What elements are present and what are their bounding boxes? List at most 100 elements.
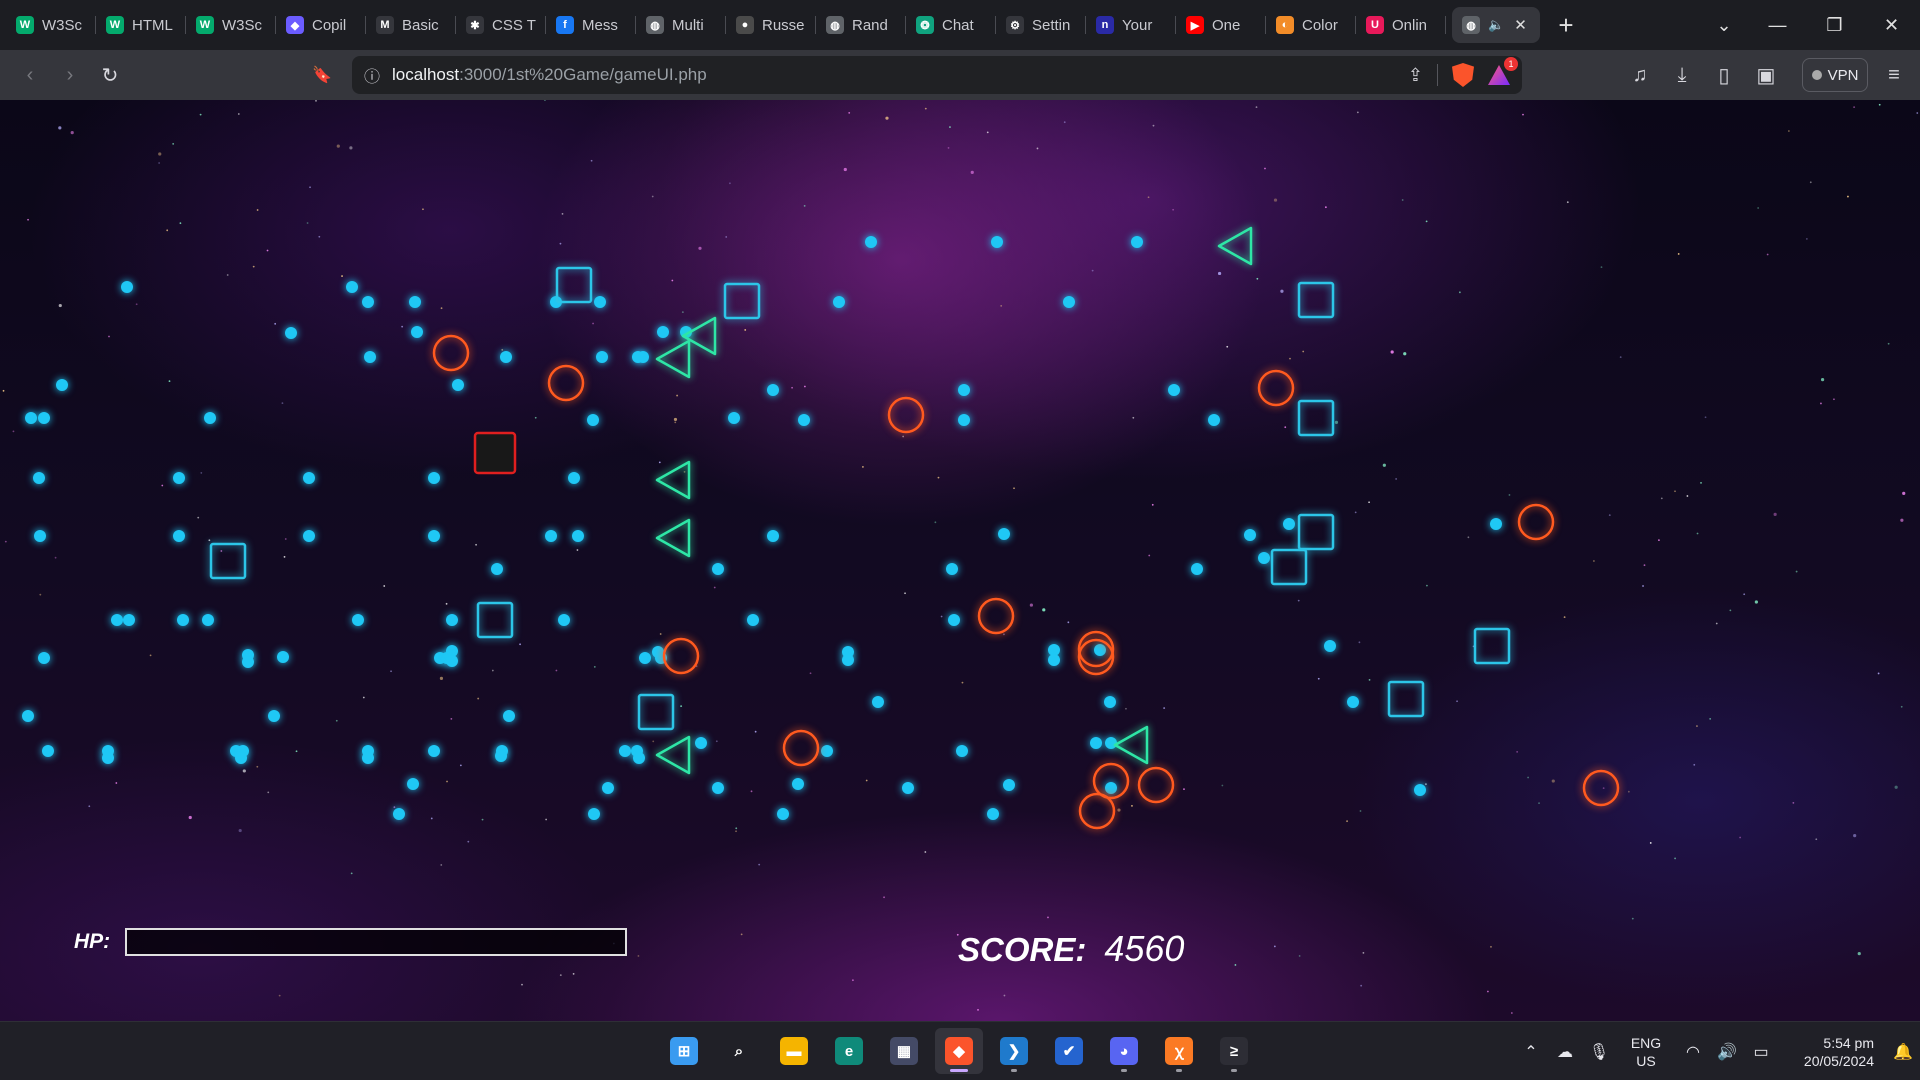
star [1003,633,1005,636]
onedrive-icon[interactable]: ☁ [1548,1042,1582,1062]
site-info-icon[interactable]: ⓘ [364,63,380,87]
clock[interactable]: 5:54 pm 20/05/2024 [1778,1034,1874,1070]
taskbar-app-xampp[interactable]: ꭓ [1155,1028,1203,1074]
browser-tab[interactable]: M Basic [366,7,456,43]
browser-tab[interactable]: W HTML [96,7,186,43]
starfield [2,100,1919,1014]
browser-tab[interactable]: ✱ CSS T [456,7,546,43]
new-tab-button[interactable]: + [1548,7,1584,43]
star [561,212,564,215]
share-icon[interactable]: ⇪ [1408,65,1423,86]
taskbar-app-start[interactable]: ⊞ [660,1028,708,1074]
bullet-dot [767,530,779,542]
bullet-dot [1208,414,1220,426]
browser-tab[interactable]: ◍ Rand [816,7,906,43]
restore-button[interactable]: ❐ [1806,0,1863,50]
back-button[interactable]: ‹ [10,55,50,95]
star [1522,113,1524,116]
browser-tab[interactable]: f Mess [546,7,636,43]
microphone-icon[interactable]: 🎙 [1582,1042,1616,1062]
star [1593,560,1595,562]
browser-tab[interactable]: W W3Sc [6,7,96,43]
game-canvas[interactable]: HP: SCORE: 4560 [0,100,1920,1021]
tab-audio-icon[interactable]: 🔈 [1488,17,1504,33]
taskbar-app-todo[interactable]: ✔ [1045,1028,1093,1074]
star [1368,501,1370,504]
browser-tab[interactable]: n Your [1086,7,1176,43]
tab-search-icon[interactable]: ⌄ [1699,0,1749,50]
language-indicator[interactable]: ENG US [1616,1034,1676,1070]
star [1117,808,1121,812]
circle-enemy [1077,638,1115,676]
star [977,1008,979,1011]
star [1289,357,1291,360]
sidebar-icon[interactable]: ▯ [1704,55,1744,95]
star [1677,253,1680,255]
taskbar-app-terminal[interactable]: ≥ [1210,1028,1258,1074]
browser-tab[interactable]: ⚙ Settin [996,7,1086,43]
taskbar-app-brave[interactable]: ◆ [935,1028,983,1074]
tab-close-icon[interactable]: ✕ [1514,16,1527,34]
star [1284,426,1287,429]
browser-tab[interactable]: W W3Sc [186,7,276,43]
close-window-button[interactable]: ✕ [1863,0,1920,50]
star [1696,725,1698,727]
browser-tab[interactable]: ❂ Chat [906,7,996,43]
browser-tab[interactable]: ◍ Multi [636,7,726,43]
taskbar-app-discord[interactable]: ◕ [1100,1028,1148,1074]
minimize-button[interactable]: — [1749,0,1806,50]
taskbar-apps: ⊞ ⌕ ▬ e ▦ ◆ ❯ ✔ ◕ ꭓ ≥ [660,1028,1258,1074]
star [744,329,747,331]
bookmark-icon[interactable]: 🔖 [302,55,342,95]
square-enemy [1270,548,1308,586]
star [266,249,269,252]
star [592,322,594,325]
taskbar-app-explorer[interactable]: ▬ [770,1028,818,1074]
browser-tab[interactable]: U Onlin [1356,7,1446,43]
media-icon[interactable]: ♫ [1620,55,1660,95]
bullet-dot [428,745,440,757]
brave-shields-icon[interactable] [1452,63,1474,87]
volume-icon[interactable]: 🔊 [1710,1042,1744,1062]
active-tab[interactable]: ◍ 🔈 ✕ [1452,7,1540,43]
browser-tab[interactable]: ▶ One [1176,7,1266,43]
tray-chevron-icon[interactable]: ⌃ [1514,1042,1548,1062]
bullet-dot [407,778,419,790]
star [725,236,728,238]
browser-tab[interactable]: ● Russe [726,7,816,43]
battery-icon[interactable]: ▭ [1744,1042,1778,1062]
url-text[interactable]: localhost:3000/1st%20Game/gameUI.php [392,65,707,85]
reload-button[interactable]: ↻ [90,55,130,95]
tab-favicon-icon: W [16,16,34,34]
downloads-icon[interactable]: ⤓ [1662,55,1702,95]
forward-button[interactable]: › [50,55,90,95]
browser-tab[interactable]: ◆ Copil [276,7,366,43]
hp-bar [125,928,627,956]
star [1619,356,1622,359]
brave-rewards-icon[interactable]: 1 [1488,57,1518,85]
star [1643,564,1646,567]
vpn-button[interactable]: VPN [1802,58,1868,92]
wallet-icon[interactable]: ▣ [1746,55,1786,95]
notification-bell-icon[interactable]: 🔔 [1886,1042,1920,1062]
tab-label: One [1212,16,1241,34]
star [1324,206,1327,209]
menu-icon[interactable]: ≡ [1874,55,1914,95]
taskbar-app-vscode[interactable]: ❯ [990,1028,1038,1074]
wifi-icon[interactable]: ◠ [1676,1042,1710,1062]
star [135,303,138,306]
bullet-dot [1283,518,1295,530]
vscode-icon: ❯ [1000,1037,1028,1065]
taskbar-app-store[interactable]: ▦ [880,1028,928,1074]
bullet-dot [1258,552,1270,564]
bullet-dot [821,745,833,757]
taskbar-app-search[interactable]: ⌕ [715,1028,763,1074]
square-enemy [1297,281,1335,319]
square-enemy [1297,399,1335,437]
star [1773,512,1777,516]
browser-tab[interactable]: ◐ Color [1266,7,1356,43]
tab-label: W3Sc [222,16,263,34]
address-bar[interactable]: ⓘ localhost:3000/1st%20Game/gameUI.php ⇪… [352,56,1522,94]
star [1358,641,1361,644]
taskbar-app-edge[interactable]: e [825,1028,873,1074]
